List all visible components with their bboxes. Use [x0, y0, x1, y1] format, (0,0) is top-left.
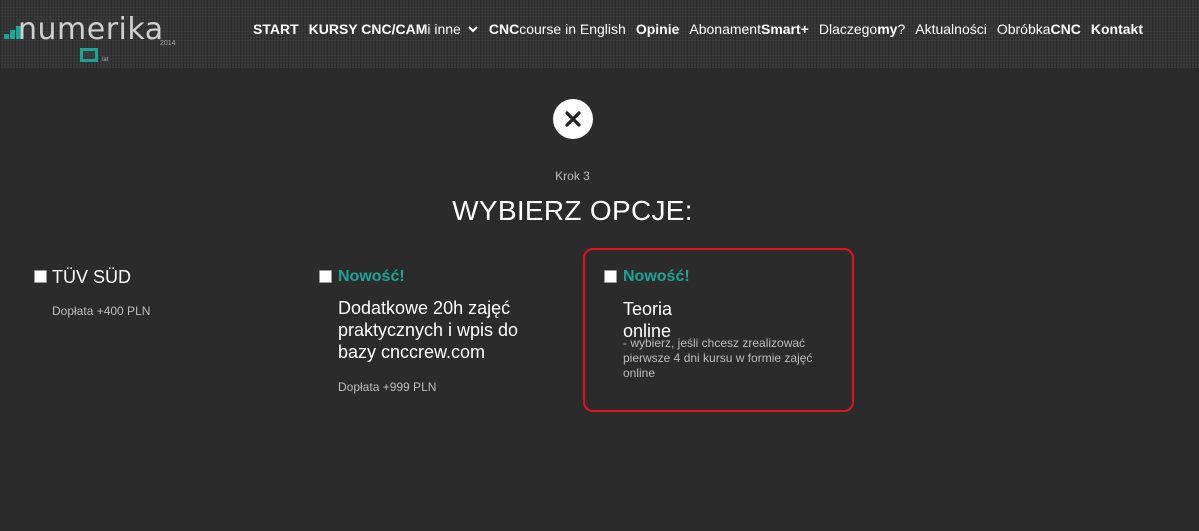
nav-dlaczego[interactable]: Dlaczego my?: [819, 21, 905, 37]
nav-aktualnosci[interactable]: Aktualności: [915, 21, 987, 37]
nav-abonament[interactable]: Abonament Smart+: [689, 21, 808, 37]
new-badge: Nowość!: [623, 268, 690, 285]
nav-kursy[interactable]: KURSY CNC/CAM i inne: [309, 21, 479, 37]
nav-start[interactable]: START: [253, 21, 299, 37]
option-name: Dodatkowe 20h zajęć praktycznych i wpis …: [338, 298, 519, 362]
main-nav: START KURSY CNC/CAM i inne CNC course in…: [253, 19, 1153, 39]
nav-opinie[interactable]: Opinie: [636, 21, 680, 37]
logo-suffix: lat: [102, 57, 109, 63]
option-checkbox-tuv[interactable]: [34, 270, 47, 283]
chevron-down-icon: [468, 26, 478, 33]
option-description: - wybierz, jeśli chcesz zrealizować pier…: [623, 336, 813, 380]
numerika-logo[interactable]: numerika 2014 lat: [4, 12, 184, 68]
option-price: Dopłata +999 PLN: [338, 380, 437, 394]
close-icon: [565, 111, 581, 127]
option-name: TÜV SÜD: [52, 267, 132, 287]
new-badge: Nowość!: [338, 268, 405, 285]
close-button[interactable]: [553, 99, 593, 139]
logo-years-badge-icon: [80, 48, 98, 62]
option-checkbox-online[interactable]: [604, 270, 617, 283]
logo-wordmark: numerika: [18, 12, 164, 47]
site-header: numerika 2014 lat START KURSY CNC/CAM i …: [0, 0, 1199, 68]
step-indicator: Krok 3: [555, 169, 590, 183]
logo-year: 2014: [160, 40, 176, 47]
nav-obrobka[interactable]: Obróbka CNC: [997, 21, 1081, 37]
option-checkbox-practice[interactable]: [319, 270, 332, 283]
nav-kontakt[interactable]: Kontakt: [1091, 21, 1143, 37]
modal-title: WYBIERZ OPCJE:: [452, 195, 693, 226]
nav-cnc-english[interactable]: CNC course in English: [489, 21, 626, 37]
option-price: Dopłata +400 PLN: [52, 304, 151, 318]
